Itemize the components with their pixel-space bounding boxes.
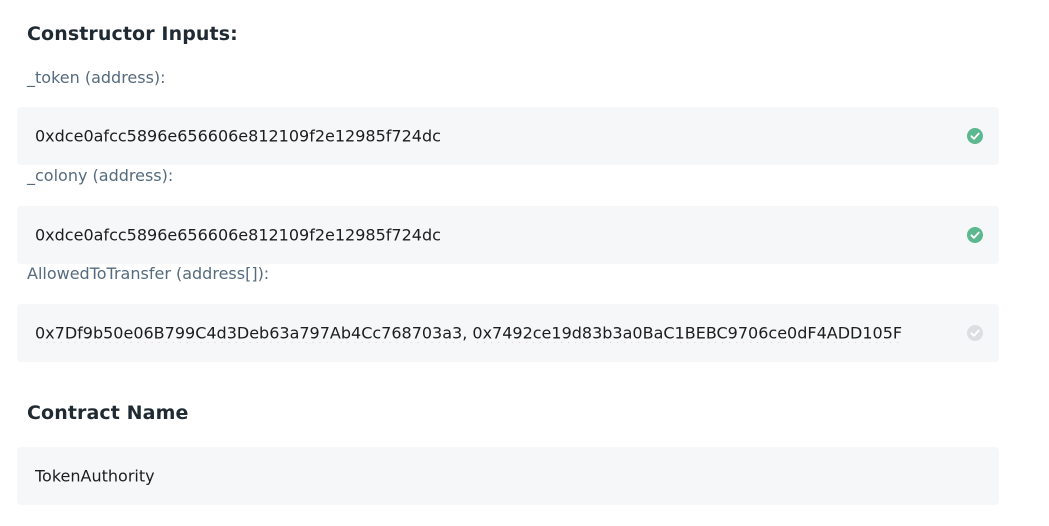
- address-separator: ,: [462, 323, 473, 343]
- allowed-to-transfer-field[interactable]: 0x7Df9b50e06B799C4d3Deb63a797Ab4Cc768703…: [17, 304, 999, 362]
- contract-name-heading: Contract Name: [27, 402, 189, 424]
- allowed-address-2: 0x7492ce19d83b3a0BaC1BEBC9706ce0dF4ADD10…: [472, 323, 903, 343]
- contract-name-value[interactable]: TokenAuthority: [35, 467, 960, 486]
- token-address-value[interactable]: 0xdce0afcc5896e656606e812109f2e12985f724…: [35, 127, 960, 146]
- token-address-field[interactable]: 0xdce0afcc5896e656606e812109f2e12985f724…: [17, 107, 999, 165]
- token-address-label: _token (address):: [27, 68, 166, 87]
- allowed-to-transfer-label: AllowedToTransfer (address[]):: [27, 264, 270, 283]
- check-circle-icon: [967, 325, 983, 341]
- check-circle-icon: [967, 227, 983, 243]
- check-circle-icon: [967, 128, 983, 144]
- constructor-inputs-heading: Constructor Inputs:: [27, 23, 238, 45]
- allowed-address-1: 0x7Df9b50e06B799C4d3Deb63a797Ab4Cc768703…: [35, 323, 463, 343]
- colony-address-value[interactable]: 0xdce0afcc5896e656606e812109f2e12985f724…: [35, 226, 960, 245]
- colony-address-field[interactable]: 0xdce0afcc5896e656606e812109f2e12985f724…: [17, 206, 999, 264]
- colony-address-label: _colony (address):: [27, 166, 174, 185]
- allowed-to-transfer-value[interactable]: 0x7Df9b50e06B799C4d3Deb63a797Ab4Cc768703…: [35, 324, 960, 343]
- contract-name-field[interactable]: TokenAuthority: [17, 447, 999, 505]
